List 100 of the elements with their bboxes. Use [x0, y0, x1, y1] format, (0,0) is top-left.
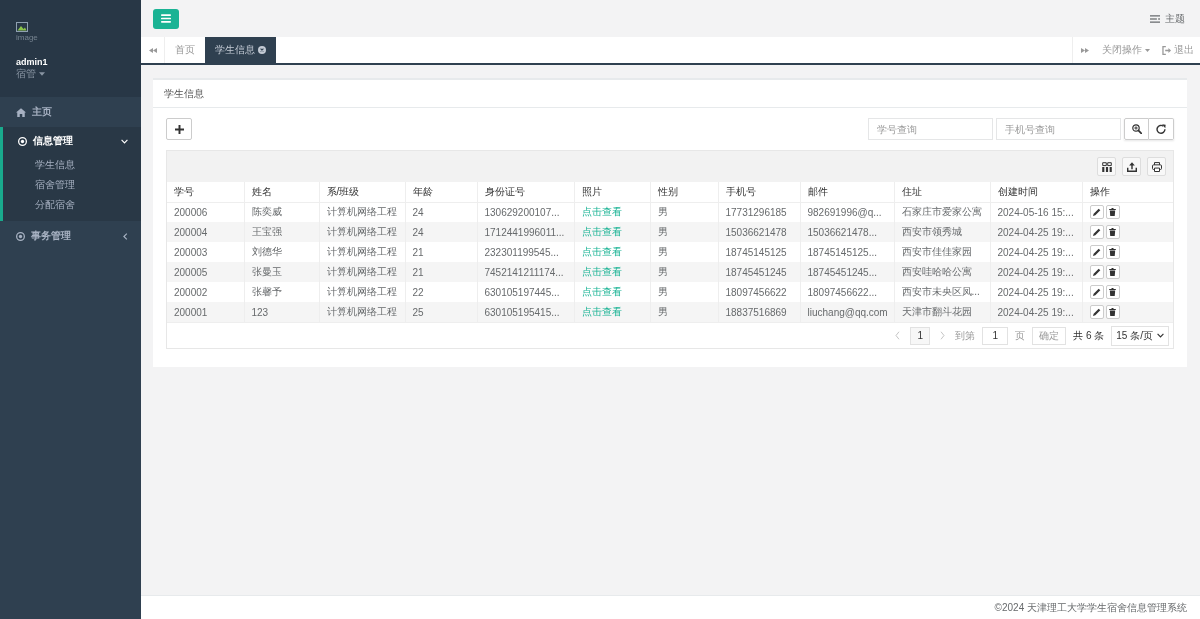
table-cell: 2024-04-25 19:... — [990, 262, 1082, 282]
dot-circle-icon — [16, 231, 25, 241]
table-cell: 男 — [650, 302, 718, 322]
menu-toggle-button[interactable] — [153, 8, 179, 29]
trash-icon — [1109, 208, 1116, 217]
edit-button[interactable] — [1089, 205, 1104, 220]
edit-button[interactable] — [1089, 305, 1104, 319]
columns-button[interactable] — [1097, 157, 1116, 176]
table-cell: 2024-04-25 19:... — [990, 302, 1082, 322]
view-photo-link[interactable]: 点击查看 — [581, 266, 622, 277]
edit-button[interactable] — [1089, 285, 1104, 299]
view-photo-link[interactable]: 点击查看 — [581, 246, 622, 257]
table-cell: 1712441996011... — [477, 222, 574, 242]
plus-icon — [174, 124, 184, 134]
double-right-icon — [1080, 47, 1089, 53]
trash-icon — [1109, 308, 1116, 316]
panel-title: 学生信息 — [164, 86, 204, 101]
page-unit-label: 页 — [1015, 328, 1026, 343]
view-photo-link[interactable]: 点击查看 — [581, 226, 622, 237]
total-count: 共 6 条 — [1073, 328, 1105, 343]
nav-subitem[interactable]: 分配宿舍 — [3, 195, 141, 215]
table-cell: 王宝强 — [244, 222, 319, 242]
search-icon — [1131, 124, 1142, 134]
nav-subitem[interactable]: 学生信息 — [3, 155, 141, 175]
nav-item[interactable]: 信息管理 — [3, 127, 141, 155]
page-tab[interactable]: 学生信息 — [205, 37, 276, 63]
delete-button[interactable] — [1105, 265, 1120, 279]
delete-button[interactable] — [1105, 245, 1120, 259]
view-photo-link[interactable]: 点击查看 — [581, 206, 622, 218]
delete-button[interactable] — [1105, 305, 1120, 319]
nav-item[interactable]: 主页 — [0, 97, 141, 127]
caret-icon — [39, 72, 45, 76]
pencil-icon — [1092, 268, 1101, 276]
page-tab[interactable]: 首页 — [165, 37, 205, 63]
edit-button[interactable] — [1089, 225, 1104, 239]
image-icon — [16, 22, 28, 32]
delete-button[interactable] — [1105, 285, 1120, 299]
search-field[interactable]: 手机号查询 — [996, 118, 1121, 140]
nav-item[interactable]: 事务管理 — [0, 221, 141, 251]
pencil-icon — [1092, 228, 1101, 236]
chevron-left-icon — [895, 331, 901, 340]
table-cell: 18745451245... — [800, 262, 894, 282]
delete-button[interactable] — [1105, 205, 1120, 220]
table-cell: 7452141211174... — [477, 262, 574, 282]
table-cell: 男 — [650, 222, 718, 242]
refresh-button[interactable] — [1149, 118, 1174, 140]
user-name: admin1 — [16, 57, 48, 68]
table-cell: 24 — [405, 222, 477, 242]
theme-link[interactable]: 主题 — [1150, 11, 1185, 26]
table-cell: 18837516869 — [718, 302, 800, 322]
table-cell: 天津市翻斗花园 — [894, 302, 990, 322]
role-dropdown[interactable]: 宿管 — [16, 68, 45, 80]
column-header: 姓名 — [244, 182, 319, 202]
table-cell: 15036621478 — [718, 222, 800, 242]
view-photo-link[interactable]: 点击查看 — [581, 286, 622, 297]
table-cell: 200001 — [167, 302, 244, 322]
column-header: 性别 — [650, 182, 718, 202]
table-cell: liuchang@qq.com — [800, 302, 894, 322]
trash-icon — [1109, 228, 1116, 236]
table-cell: 计算机网络工程 — [319, 302, 405, 322]
table-cell: 21 — [405, 262, 477, 282]
export-button[interactable] — [1122, 157, 1141, 176]
print-button[interactable] — [1147, 157, 1166, 176]
table-cell: 630105195415... — [477, 302, 574, 322]
table-cell: 西安市领秀城 — [894, 222, 990, 242]
goto-confirm-button[interactable]: 确定 — [1032, 326, 1067, 345]
column-header: 操作 — [1082, 182, 1173, 202]
view-photo-link[interactable]: 点击查看 — [581, 306, 622, 317]
sign-out-icon — [1162, 45, 1171, 55]
edit-button[interactable] — [1089, 245, 1104, 259]
column-header: 住址 — [894, 182, 990, 202]
edit-button[interactable] — [1089, 265, 1104, 279]
search-field[interactable]: 学号查询 — [868, 118, 993, 140]
goto-page-field[interactable]: 1 — [982, 326, 1009, 345]
nav-subitem[interactable]: 宿舍管理 — [3, 175, 141, 195]
page-number-button[interactable]: 1 — [910, 326, 931, 345]
refresh-icon — [1156, 124, 1166, 134]
column-header: 创建时间 — [990, 182, 1082, 202]
column-header: 手机号 — [718, 182, 800, 202]
page-size-select[interactable]: 15 条/页 — [1111, 325, 1169, 346]
column-header: 身份证号 — [477, 182, 574, 202]
delete-button[interactable] — [1105, 225, 1120, 239]
pencil-icon — [1092, 248, 1101, 256]
table-cell: 200004 — [167, 222, 244, 242]
columns-icon — [1101, 161, 1112, 172]
pencil-icon — [1092, 288, 1101, 296]
pencil-icon — [1092, 208, 1101, 217]
pencil-icon — [1092, 308, 1101, 316]
table-cell: 男 — [650, 262, 718, 282]
table-cell: 18745451245 — [718, 262, 800, 282]
search-button[interactable] — [1124, 118, 1149, 140]
table-cell: 计算机网络工程 — [319, 222, 405, 242]
trash-icon — [1109, 288, 1116, 296]
add-button[interactable] — [166, 118, 192, 140]
table-cell: 25 — [405, 302, 477, 322]
home-icon — [16, 107, 26, 117]
column-header: 邮件 — [800, 182, 894, 202]
table-cell: 200005 — [167, 262, 244, 282]
chevron-right-icon — [940, 331, 946, 340]
table-cell: 张曼玉 — [244, 262, 319, 282]
